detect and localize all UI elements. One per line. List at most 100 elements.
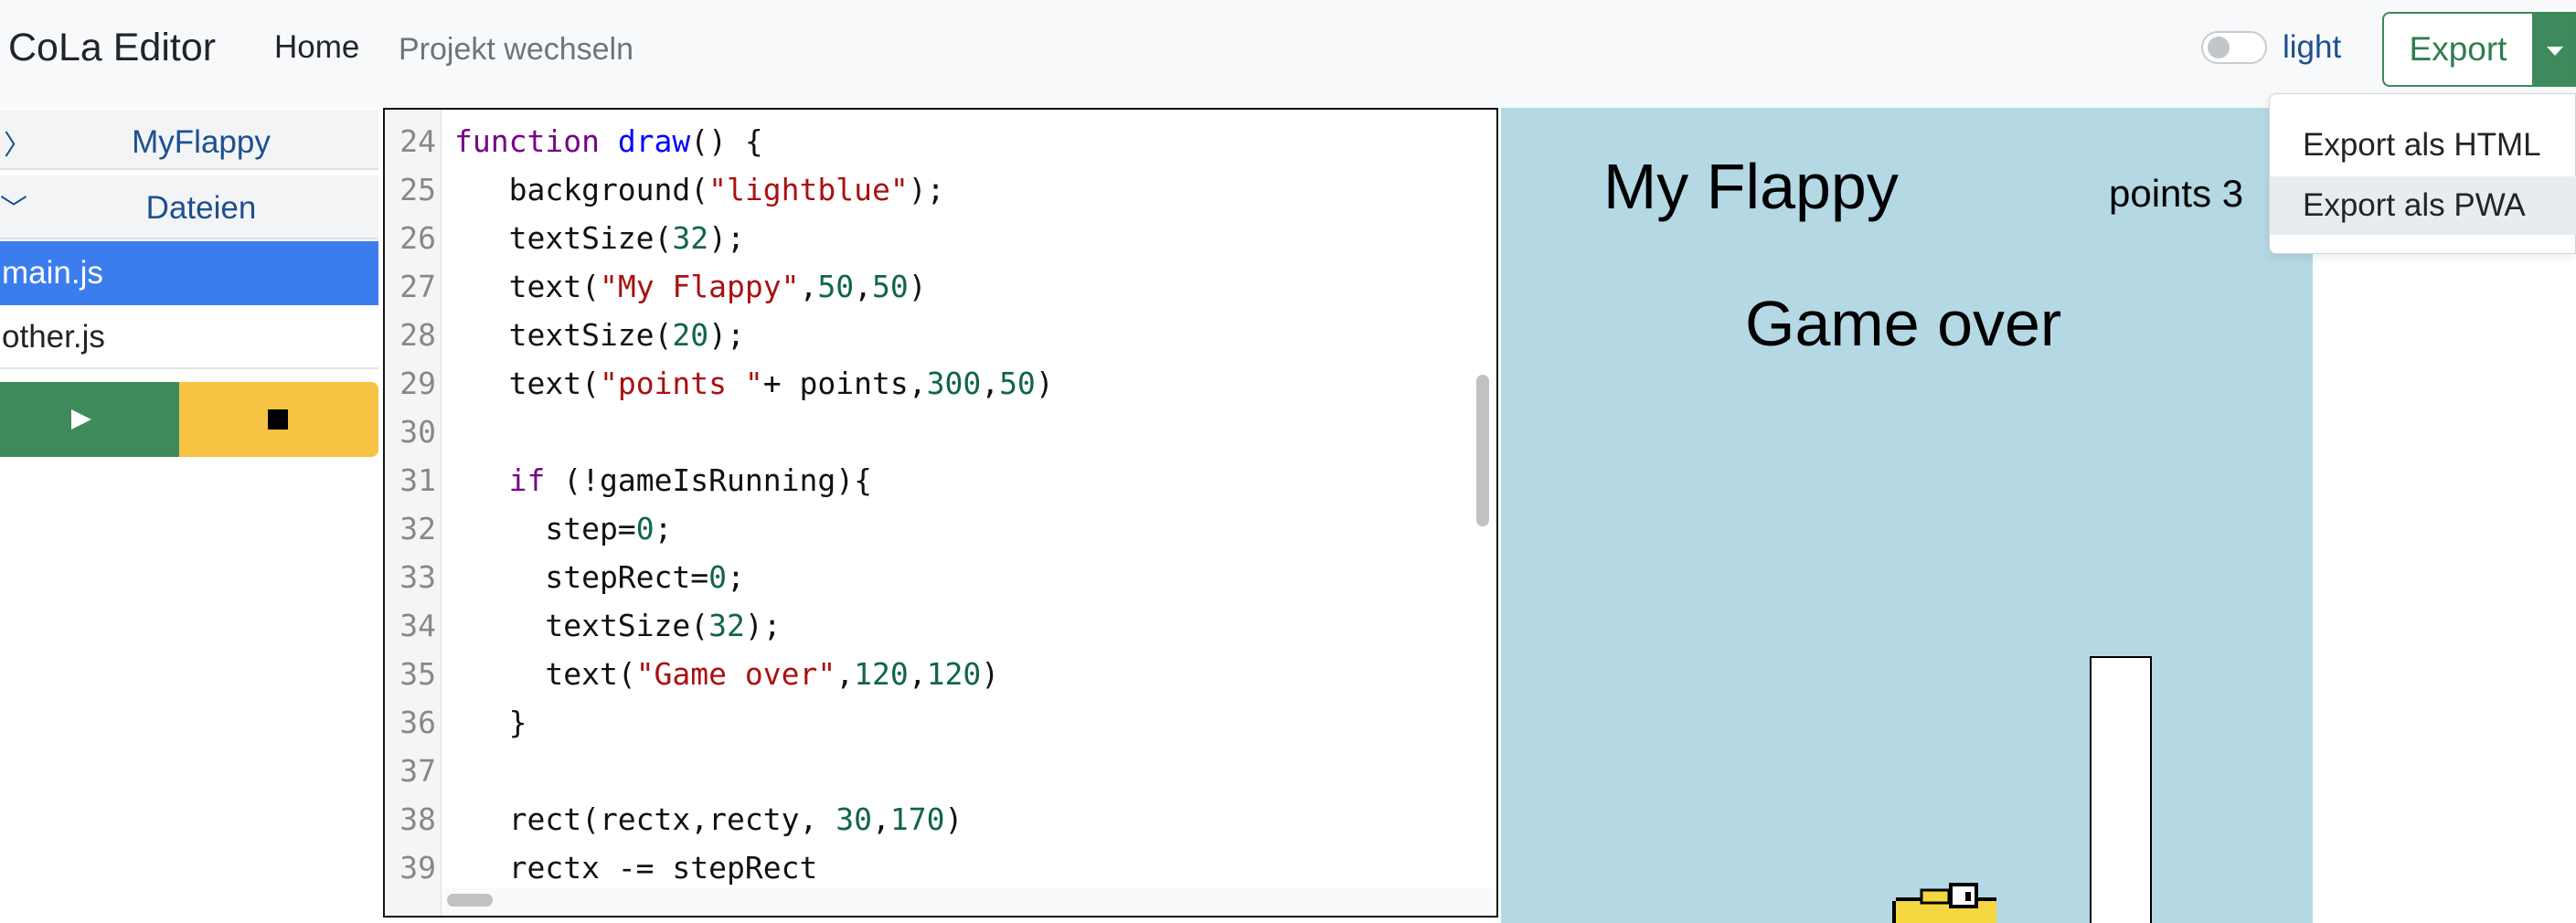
code-line[interactable]: 37 [385, 747, 1464, 795]
code-text: textSize(32); [454, 214, 745, 262]
code-text: step=0; [454, 504, 672, 553]
horizontal-scrollbar[interactable] [447, 894, 493, 907]
code-text: rectx -= stepRect [454, 843, 818, 892]
run-button[interactable] [0, 382, 179, 457]
code-token: textSize( [454, 608, 709, 643]
theme-toggle-switch[interactable] [2201, 31, 2267, 64]
theme-label: light [2283, 29, 2342, 65]
code-line[interactable]: 28 textSize(20); [385, 311, 1464, 359]
line-number: 27 [399, 269, 436, 304]
code-token: text( [454, 656, 636, 692]
code-token: ) [908, 269, 927, 304]
line-number: 32 [399, 511, 436, 546]
line-number: 26 [399, 220, 436, 256]
line-number: 33 [399, 559, 436, 595]
line-number: 24 [399, 123, 436, 159]
code-token: ; [654, 511, 673, 546]
vertical-scrollbar[interactable] [1476, 375, 1489, 526]
sidebar: 〉 MyFlappy ﹀ Dateien main.js other.js [0, 108, 378, 923]
code-line[interactable]: 38 rect(rectx,recty, 30,170) [385, 795, 1464, 843]
code-token: stepRect= [454, 559, 709, 595]
code-token: ); [908, 172, 945, 207]
code-line[interactable]: 34 textSize(32); [385, 601, 1464, 650]
code-token: 300 [926, 366, 982, 401]
code-line[interactable]: 26 textSize(32); [385, 214, 1464, 262]
code-line[interactable]: 29 text("points "+ points,300,50) [385, 359, 1464, 408]
line-number: 39 [399, 850, 436, 886]
export-dropdown-toggle[interactable] [2532, 12, 2576, 87]
code-line[interactable]: 31 if (!gameIsRunning){ [385, 456, 1464, 504]
line-number: 37 [399, 753, 436, 789]
code-token: rect(rectx,recty, [454, 801, 836, 837]
code-token: background( [454, 172, 709, 207]
code-editor[interactable]: 24 function draw() {25 background("lightb… [383, 108, 1498, 918]
code-token: , [981, 366, 1000, 401]
code-token: if [508, 462, 546, 498]
stop-icon [268, 409, 288, 430]
code-text: text("points "+ points,300,50) [454, 359, 1054, 408]
pipe-obstacle [2090, 656, 2152, 923]
code-token: ); [708, 317, 745, 353]
code-line[interactable]: 30 [385, 408, 1464, 456]
code-token: , [854, 269, 872, 304]
line-number: 25 [399, 172, 436, 207]
code-token: ); [744, 608, 782, 643]
code-token: ) [1035, 366, 1054, 401]
code-token: function [454, 123, 618, 159]
code-line[interactable]: 35 text("Game over",120,120) [385, 650, 1464, 698]
code-token: 32 [708, 608, 745, 643]
code-line[interactable]: 36 } [385, 698, 1464, 747]
code-token: () { [690, 123, 763, 159]
preview-points: points 3 [2109, 172, 2244, 215]
code-line[interactable]: 32 step=0; [385, 504, 1464, 553]
line-number: 38 [399, 801, 436, 837]
code-text: stepRect=0; [454, 553, 745, 601]
code-token: 20 [672, 317, 709, 353]
code-token: textSize( [454, 220, 673, 256]
file-item-other-js[interactable]: other.js [0, 305, 378, 369]
code-token: 120 [926, 656, 982, 692]
brand-title[interactable]: CoLa Editor [8, 26, 216, 70]
export-button[interactable]: Export [2382, 12, 2532, 87]
stop-button[interactable] [179, 382, 378, 457]
line-number: 36 [399, 705, 436, 740]
code-text: rect(rectx,recty, 30,170) [454, 795, 963, 843]
code-token: } [454, 705, 527, 740]
caret-down-icon [2547, 47, 2563, 56]
code-token: 120 [854, 656, 909, 692]
code-line[interactable]: 39 rectx -= stepRect [385, 843, 1464, 892]
code-token: "My Flappy" [599, 269, 800, 304]
code-line[interactable]: 33 stepRect=0; [385, 553, 1464, 601]
code-line[interactable]: 27 text("My Flappy",50,50) [385, 262, 1464, 311]
nav-switch-project-link[interactable]: Projekt wechseln [399, 32, 633, 68]
code-token: step= [454, 511, 636, 546]
export-pwa-menu-item[interactable]: Export als PWA [2270, 176, 2576, 235]
code-token: 50 [999, 366, 1036, 401]
code-token: 0 [708, 559, 728, 595]
sidebar-project-header[interactable]: 〉 MyFlappy [0, 110, 378, 170]
code-text: background("lightblue"); [454, 165, 945, 214]
export-html-menu-item[interactable]: Export als HTML [2270, 116, 2576, 175]
line-number: 31 [399, 462, 436, 498]
game-preview-canvas[interactable]: My Flappy points 3 Game over [1501, 108, 2313, 923]
code-token: 50 [872, 269, 909, 304]
code-token: ); [708, 220, 745, 256]
code-line[interactable]: 24 function draw() { [385, 117, 1464, 165]
code-line[interactable]: 25 background("lightblue"); [385, 165, 1464, 214]
play-icon [71, 409, 91, 430]
nav-home-link[interactable]: Home [274, 29, 359, 66]
line-number: 30 [399, 414, 436, 450]
code-text: textSize(20); [454, 311, 745, 359]
code-token: "points " [599, 366, 763, 401]
line-number: 28 [399, 317, 436, 353]
code-token: ; [727, 559, 745, 595]
code-token: 0 [635, 511, 655, 546]
code-text: if (!gameIsRunning){ [454, 456, 872, 504]
sidebar-files-header[interactable]: ﹀ Dateien [0, 175, 378, 239]
file-item-main-js[interactable]: main.js [0, 241, 378, 305]
code-token: "Game over" [635, 656, 836, 692]
code-text: textSize(32); [454, 601, 782, 650]
navbar: CoLa Editor Home Projekt wechseln light … [0, 0, 2576, 108]
code-text: text("My Flappy",50,50) [454, 262, 927, 311]
